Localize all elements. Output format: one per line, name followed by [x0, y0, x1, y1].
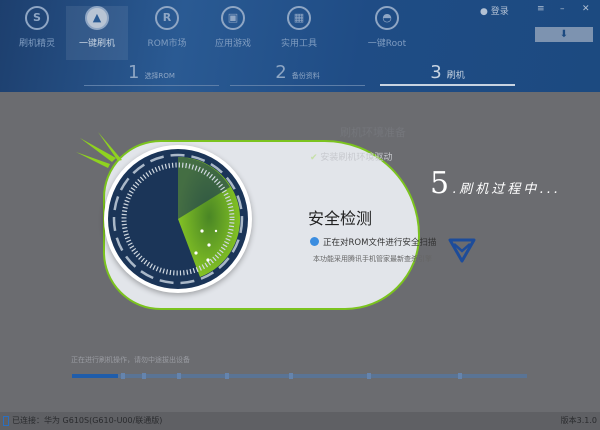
login-label: 登录	[490, 7, 509, 17]
cursor-icon: ▲	[85, 6, 109, 30]
nav-tools[interactable]: ▦ 实用工具	[268, 6, 330, 49]
android-icon: ◓	[375, 6, 399, 30]
scan-text: 正在对ROM文件进行安全扫描	[323, 238, 437, 248]
step-num: 3	[430, 62, 442, 83]
header: S 刷机精灵 ▲ 一键刷机 R ROM市场 ▣ 应用游戏 ▦ 实用工具 ◓ 一键Root ●…	[0, 0, 600, 92]
nav-label: 刷机精灵	[18, 39, 55, 49]
step-label: 备份资料	[291, 72, 320, 80]
nav-label: ROM市场	[147, 39, 187, 49]
card-title: 安全检测	[308, 209, 373, 228]
progress-text: 正在进行刷机操作，请勿中途拔出设备	[71, 356, 190, 364]
nav-rom-market[interactable]: R ROM市场	[136, 6, 198, 49]
ghost-item: ✔ 安装刷机环境驱动	[310, 150, 392, 163]
progress-marker	[121, 373, 125, 379]
shield-s-icon: S	[25, 6, 49, 30]
connection-status: 已连接：华为 G610S(G610-U00/联通版)	[12, 416, 163, 425]
step-2: 2 备份资料	[230, 62, 365, 86]
minimize-icon[interactable]: –	[560, 4, 565, 14]
download-icon: ⬇	[559, 29, 569, 40]
progress-bar	[72, 373, 527, 379]
caption-number: 5	[430, 166, 453, 201]
nav-root[interactable]: ◓ 一键Root	[356, 6, 418, 49]
nav-label: 实用工具	[280, 39, 317, 49]
step-3: 3 刷机	[380, 62, 515, 86]
engine-text: 本功能采用腾讯手机管家最新查杀引擎	[313, 255, 432, 263]
nav-one-click-flash[interactable]: ▲ 一键刷机	[66, 6, 128, 60]
bag-icon: ▣	[221, 6, 245, 30]
grid-icon: ▦	[287, 6, 311, 30]
ghost-item-label: 安装刷机环境驱动	[320, 153, 393, 163]
version-label: 版本3.1.0	[560, 416, 597, 425]
step-label: 选择ROM	[144, 72, 175, 80]
nav-label: 一键刷机	[78, 39, 115, 49]
progress-marker	[458, 373, 462, 379]
nav-flash-genie[interactable]: S 刷机精灵	[6, 6, 68, 49]
progress-marker	[142, 373, 146, 379]
step-num: 2	[275, 62, 287, 83]
close-icon[interactable]: ✕	[582, 4, 590, 14]
progress-marker	[225, 373, 229, 379]
flash-step-caption: 5.刷机过程中...	[430, 166, 561, 201]
menu-icon[interactable]: ≡	[537, 4, 545, 14]
step-label: 刷机	[446, 71, 465, 81]
progress-fill	[72, 374, 118, 378]
r-icon: R	[155, 6, 179, 30]
phone-icon	[3, 416, 9, 426]
scan-status: 正在对ROM文件进行安全扫描	[310, 236, 436, 248]
progress-marker	[177, 373, 181, 379]
nav-label: 一键Root	[367, 39, 407, 49]
step-num: 1	[128, 62, 140, 83]
user-icon: ●	[480, 7, 488, 17]
scan-icon	[310, 237, 319, 246]
caption-text: .刷机过程中...	[452, 182, 561, 197]
nav-apps-games[interactable]: ▣ 应用游戏	[202, 6, 264, 49]
check-icon: ✔	[310, 153, 318, 163]
tencent-shield-icon	[448, 238, 476, 263]
status-bar: 已连接：华为 G610S(G610-U00/联通版) 版本3.1.0	[0, 412, 600, 430]
ghost-title: 刷机环境准备	[340, 126, 406, 139]
nav-label: 应用游戏	[214, 39, 251, 49]
step-1: 1 选择ROM	[84, 62, 219, 86]
radar-scanner	[104, 145, 252, 293]
login-button[interactable]: ● 登录	[480, 4, 509, 17]
progress-marker	[367, 373, 371, 379]
download-button[interactable]: ⬇	[535, 27, 593, 42]
progress-marker	[289, 373, 293, 379]
